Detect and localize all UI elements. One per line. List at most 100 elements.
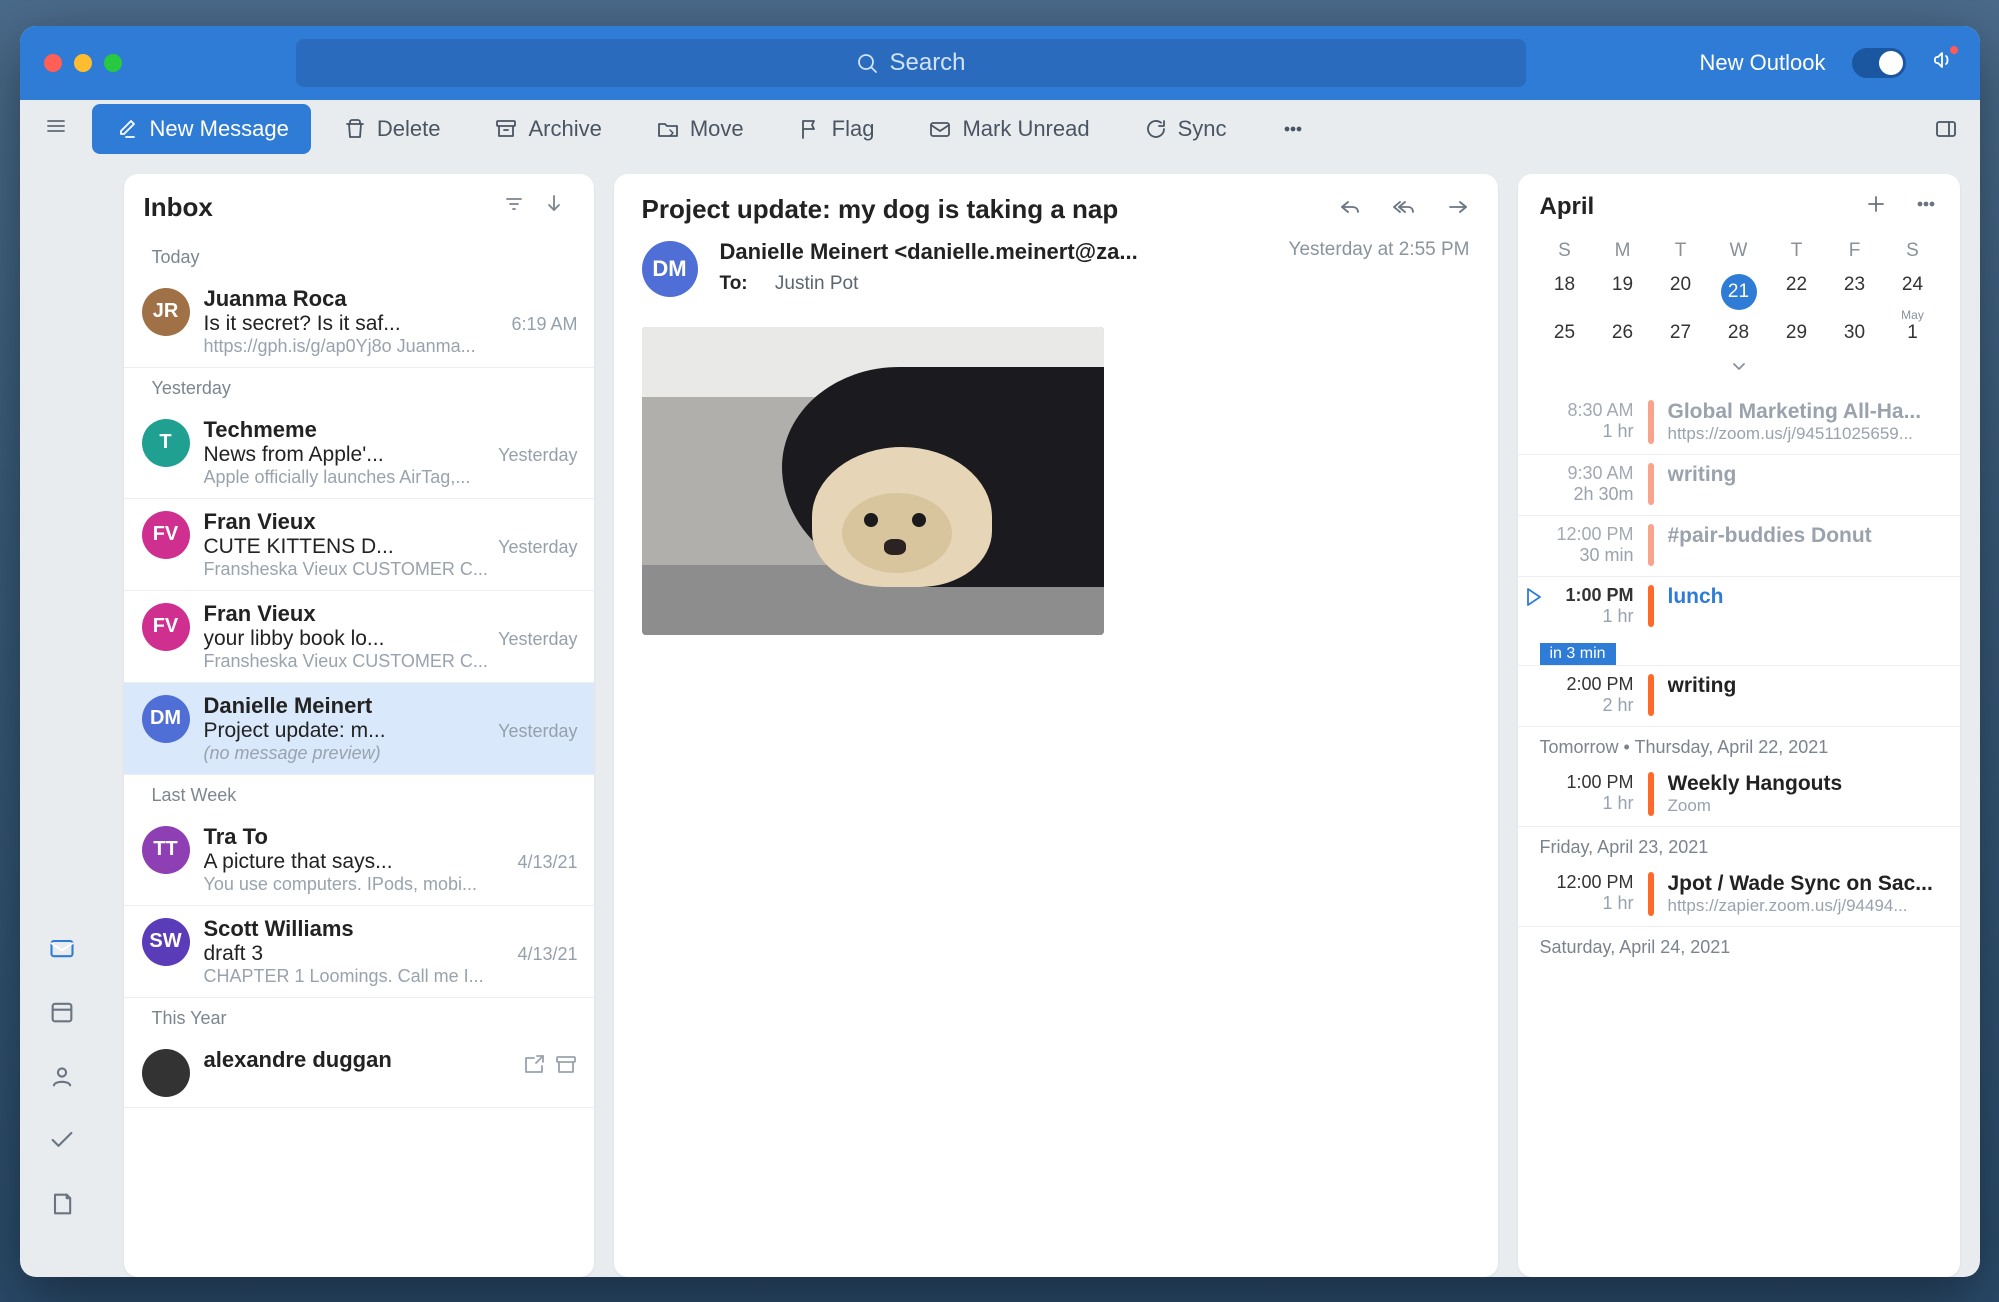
add-event-icon[interactable]	[1864, 192, 1888, 222]
from-row: DM Danielle Meinert <danielle.meinert@za…	[614, 235, 1498, 317]
message-item[interactable]: SWScott Williamsdraft 34/13/21CHAPTER 1 …	[124, 906, 594, 998]
new-outlook-toggle[interactable]	[1852, 48, 1906, 78]
agenda-event[interactable]: 9:30 AM2h 30mwriting	[1518, 454, 1960, 515]
agenda-header: April	[1518, 174, 1960, 230]
cal-dow-cell: T	[1652, 234, 1710, 268]
mini-calendar[interactable]: SMTWTFS 18192021222324252627282930May1	[1518, 230, 1960, 392]
sort-icon[interactable]	[534, 192, 574, 222]
agenda-event[interactable]: 12:00 PM30 min#pair-buddies Donut	[1518, 515, 1960, 576]
titlebar-right: New Outlook	[1700, 48, 1956, 78]
close-window-button[interactable]	[44, 54, 62, 72]
cal-day-cell[interactable]: 23	[1826, 268, 1884, 316]
reply-all-icon[interactable]	[1392, 194, 1416, 224]
reply-icon[interactable]	[1338, 194, 1362, 224]
event-subtitle: Zoom	[1668, 796, 1938, 816]
compose-icon	[114, 117, 138, 141]
cal-day-cell[interactable]: 26	[1594, 316, 1652, 350]
agenda-event[interactable]: 8:30 AM1 hrGlobal Marketing All-Ha...htt…	[1518, 392, 1960, 454]
message-list-panel: Inbox TodayJRJuanma RocaIs it secret? Is…	[124, 174, 594, 1277]
hamburger-button[interactable]	[30, 106, 82, 152]
event-title: Global Marketing All-Ha...	[1668, 400, 1938, 424]
filter-icon[interactable]	[494, 192, 534, 222]
avatar: SW	[142, 918, 190, 966]
reader-subject: Project update: my dog is taking a nap	[642, 194, 1338, 225]
from-line: Danielle Meinert <danielle.meinert@za...	[720, 239, 1267, 265]
search-input[interactable]: Search	[296, 39, 1526, 87]
avatar	[142, 1049, 190, 1097]
event-title: writing	[1668, 674, 1938, 698]
message-item[interactable]: TTTra ToA picture that says...4/13/21You…	[124, 814, 594, 906]
rail-calendar-icon[interactable]	[48, 998, 76, 1032]
sender: Techmeme	[204, 417, 578, 443]
agenda-event[interactable]: 1:00 PM1 hrWeekly HangoutsZoom	[1518, 764, 1960, 826]
message-item[interactable]: DMDanielle MeinertProject update: m...Ye…	[124, 683, 594, 775]
cal-dow-cell: T	[1768, 234, 1826, 268]
cal-day-cell[interactable]: 22	[1768, 268, 1826, 316]
cal-day-cell[interactable]: 20	[1652, 268, 1710, 316]
forward-icon[interactable]	[1446, 194, 1470, 224]
subject: A picture that says...	[204, 850, 393, 874]
event-time: 12:00 PM1 hr	[1540, 872, 1634, 916]
rail-mail-icon[interactable]	[48, 934, 76, 968]
feedback-icon[interactable]	[1932, 48, 1956, 78]
cal-day-cell[interactable]: 30	[1826, 316, 1884, 350]
archive-button[interactable]: Archive	[472, 108, 623, 150]
panel-toggle-button[interactable]	[1912, 109, 1962, 149]
flag-button[interactable]: Flag	[776, 108, 897, 150]
move-button[interactable]: Move	[634, 108, 766, 150]
list-header: Inbox	[124, 174, 594, 237]
subject: your libby book lo...	[204, 627, 385, 651]
agenda-event[interactable]: 2:00 PM2 hr writing	[1518, 665, 1960, 726]
minimize-window-button[interactable]	[74, 54, 92, 72]
message-item[interactable]: TTechmemeNews from Apple'...YesterdayApp…	[124, 407, 594, 499]
event-time: 9:30 AM2h 30m	[1540, 463, 1634, 505]
cal-day-cell[interactable]: 28	[1710, 316, 1768, 350]
delete-label: Delete	[377, 116, 441, 142]
rail-tasks-icon[interactable]	[48, 1126, 76, 1160]
message-item[interactable]: JRJuanma RocaIs it secret? Is it saf...6…	[124, 276, 594, 368]
agenda-event[interactable]: 1:00 PM1 hrlunch	[1518, 576, 1960, 637]
cal-dow-cell: S	[1884, 234, 1942, 268]
event-color-bar	[1648, 400, 1654, 444]
avatar: DM	[142, 695, 190, 743]
mark-unread-button[interactable]: Mark Unread	[906, 108, 1111, 150]
cal-dow-cell: M	[1594, 234, 1652, 268]
sync-icon	[1144, 117, 1168, 141]
calendar-expand-icon[interactable]	[1536, 350, 1942, 392]
cal-day-cell[interactable]: May1	[1884, 316, 1942, 350]
event-time: 1:00 PM1 hr	[1540, 772, 1634, 816]
event-color-bar	[1648, 772, 1654, 816]
message-item[interactable]: alexandre duggan	[124, 1037, 594, 1108]
message-item[interactable]: FVFran Vieuxyour libby book lo...Yesterd…	[124, 591, 594, 683]
search-bar: Search	[122, 39, 1700, 87]
event-time: 2:00 PM2 hr	[1540, 674, 1634, 716]
cal-day-cell[interactable]: 25	[1536, 316, 1594, 350]
panel-icon	[1934, 117, 1958, 141]
rail-people-icon[interactable]	[48, 1062, 76, 1096]
event-time: 12:00 PM30 min	[1540, 524, 1634, 566]
cal-day-cell[interactable]: 27	[1652, 316, 1710, 350]
cal-day-cell[interactable]: 29	[1768, 316, 1826, 350]
cal-day-cell[interactable]: 19	[1594, 268, 1652, 316]
cal-day-cell[interactable]: 18	[1536, 268, 1594, 316]
cal-day-cell[interactable]: 21	[1710, 268, 1768, 316]
rail-notes-icon[interactable]	[48, 1190, 76, 1224]
delete-button[interactable]: Delete	[321, 108, 463, 150]
new-message-button[interactable]: New Message	[92, 104, 311, 154]
more-button[interactable]	[1259, 109, 1327, 149]
maximize-window-button[interactable]	[104, 54, 122, 72]
time: 4/13/21	[517, 944, 577, 965]
now-badge: in 3 min	[1540, 643, 1616, 665]
body: Inbox TodayJRJuanma RocaIs it secret? Is…	[20, 158, 1980, 1277]
agenda-more-icon[interactable]	[1914, 192, 1938, 222]
message-item[interactable]: FVFran VieuxCUTE KITTENS D...YesterdayFr…	[124, 499, 594, 591]
cal-dow-cell: F	[1826, 234, 1884, 268]
preview: https://gph.is/g/ap0Yj8o Juanma...	[204, 336, 578, 357]
subject: Is it secret? Is it saf...	[204, 312, 401, 336]
avatar: JR	[142, 288, 190, 336]
move-label: Move	[690, 116, 744, 142]
sync-button[interactable]: Sync	[1122, 108, 1249, 150]
agenda-event[interactable]: 12:00 PM1 hrJpot / Wade Sync on Sac...ht…	[1518, 864, 1960, 926]
sync-label: Sync	[1178, 116, 1227, 142]
mail-icon	[928, 117, 952, 141]
